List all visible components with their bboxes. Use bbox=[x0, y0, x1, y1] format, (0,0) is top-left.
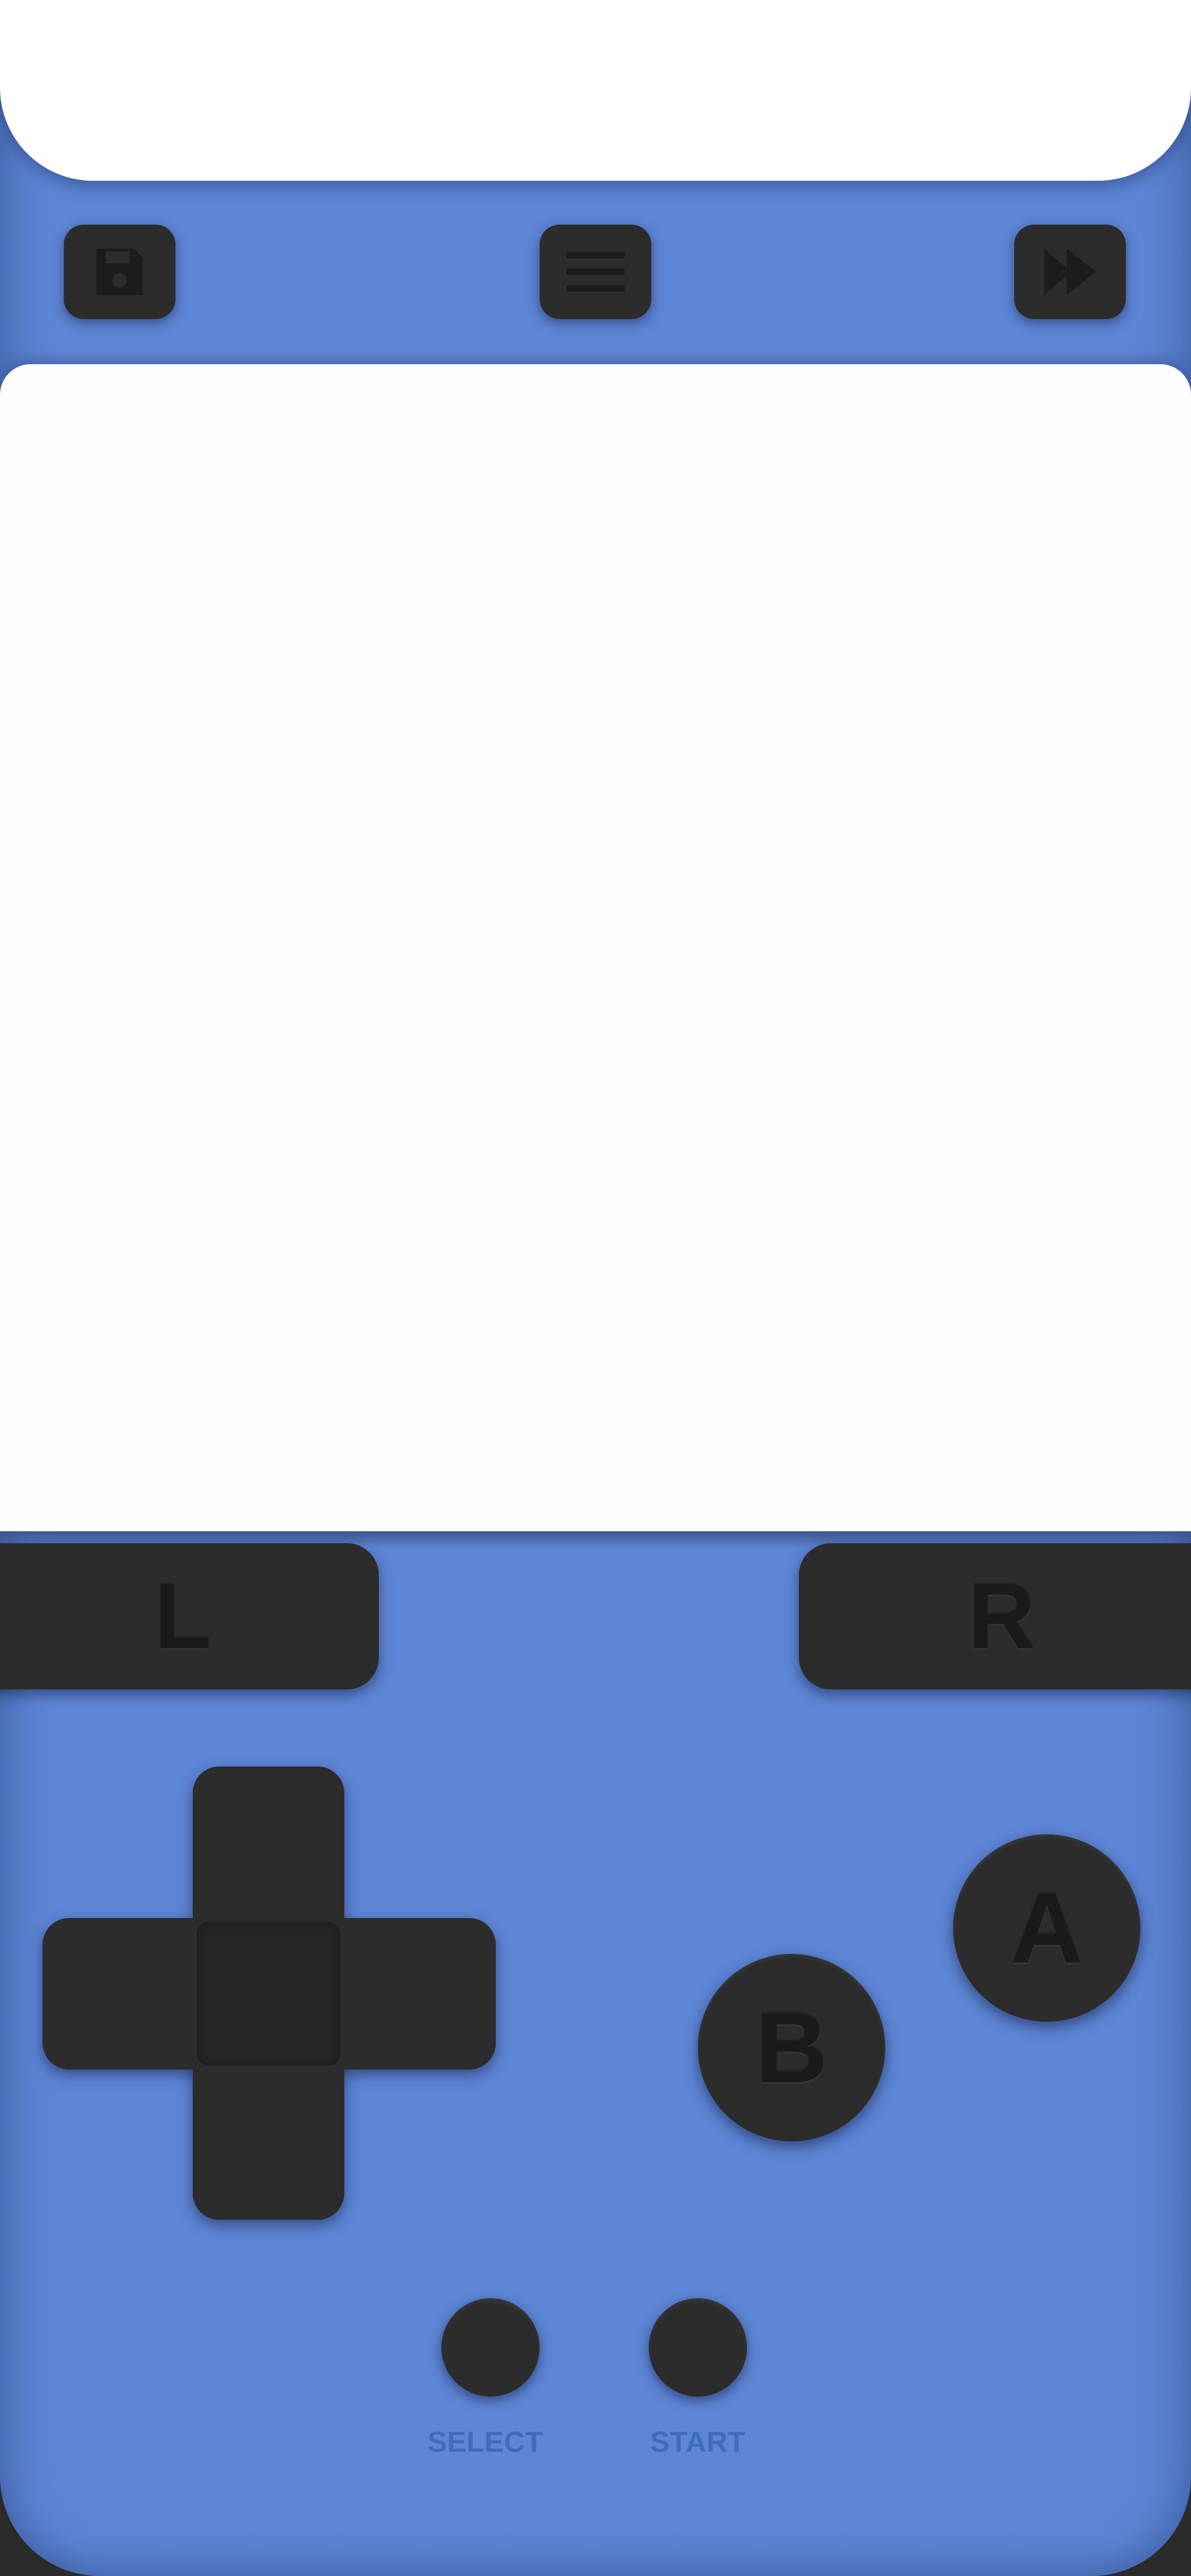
hamburger-menu-icon bbox=[566, 252, 625, 292]
menu-button[interactable] bbox=[540, 225, 651, 319]
l-button-label: L bbox=[154, 1564, 211, 1668]
start-button[interactable] bbox=[649, 2298, 747, 2397]
dpad-up[interactable] bbox=[193, 1767, 344, 1918]
a-button-label: A bbox=[1010, 1872, 1083, 1984]
save-state-button[interactable] bbox=[64, 225, 175, 319]
fast-forward-icon bbox=[1044, 249, 1096, 295]
select-label: SELECT bbox=[427, 2426, 543, 2458]
select-button[interactable] bbox=[441, 2298, 540, 2397]
start-label: START bbox=[650, 2426, 746, 2458]
a-button[interactable]: A bbox=[953, 1834, 1140, 2022]
r-shoulder-button[interactable]: R bbox=[799, 1543, 1191, 1689]
b-button[interactable]: B bbox=[698, 1954, 885, 2141]
dpad-center bbox=[197, 1922, 340, 2066]
floppy-disk-icon bbox=[96, 249, 143, 295]
top-display-area bbox=[0, 0, 1191, 181]
dpad-right[interactable] bbox=[344, 1918, 496, 2070]
l-shoulder-button[interactable]: L bbox=[0, 1543, 379, 1689]
controller-skin: L R A B SELECT START bbox=[0, 0, 1191, 2576]
r-button-label: R bbox=[968, 1564, 1035, 1668]
b-button-label: B bbox=[755, 1991, 828, 2103]
dpad-left[interactable] bbox=[43, 1918, 194, 2070]
game-screen bbox=[0, 364, 1191, 1531]
dpad-down[interactable] bbox=[193, 2068, 344, 2220]
fast-forward-button[interactable] bbox=[1014, 225, 1126, 319]
